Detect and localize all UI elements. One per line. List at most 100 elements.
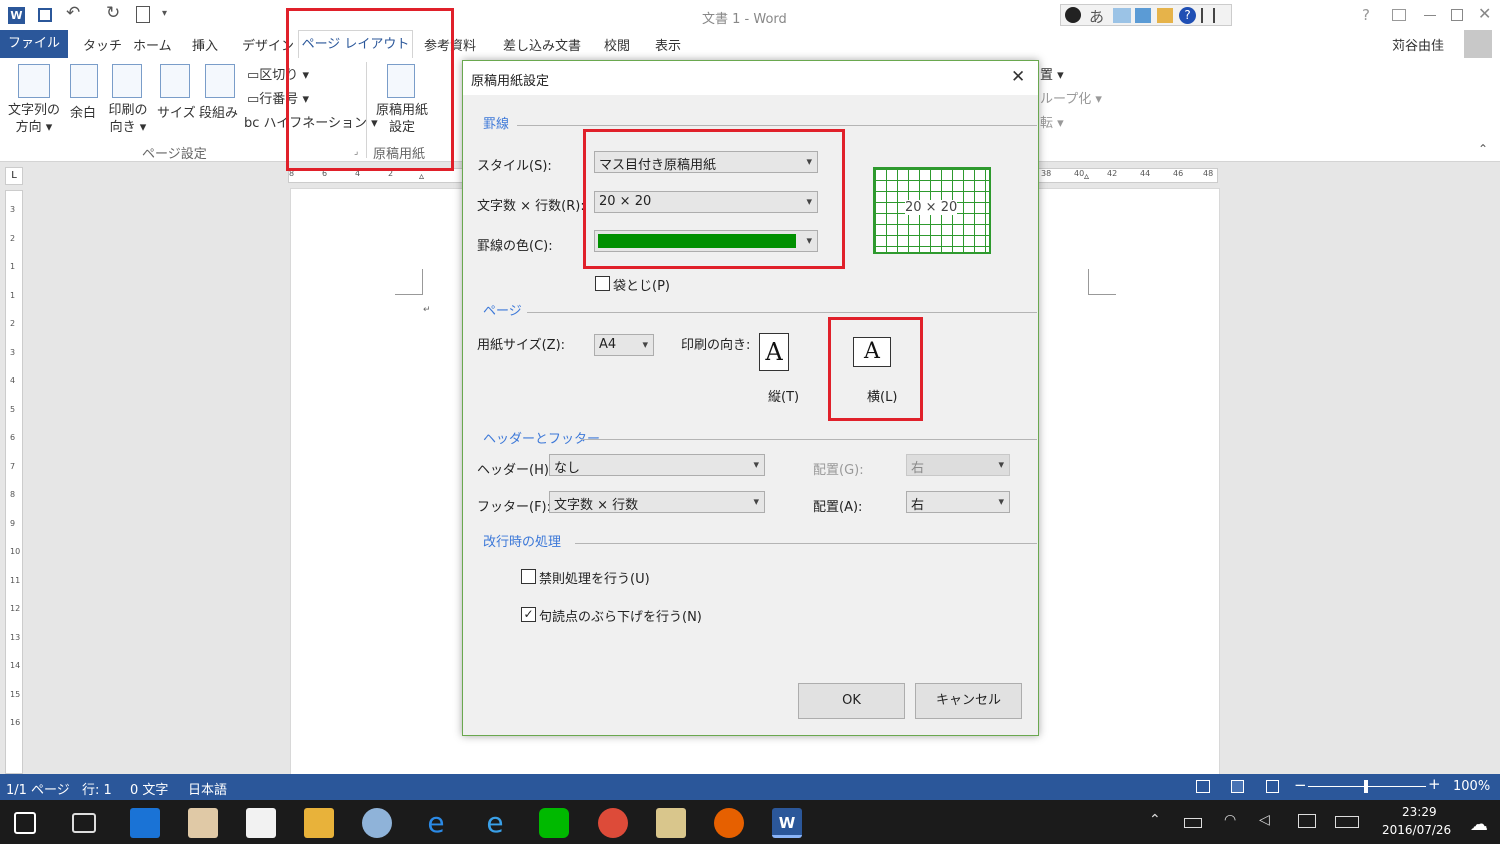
mail-app-icon[interactable] [656, 808, 686, 838]
right-indent-marker[interactable]: ▵ [1084, 171, 1089, 182]
chevron-down-icon: ▾ [753, 495, 759, 508]
tab-mailings[interactable]: 差し込み文書 [503, 35, 581, 54]
action-center-icon[interactable] [1298, 814, 1316, 828]
pinned-app-icon[interactable] [188, 808, 218, 838]
dialog-close-icon[interactable]: ✕ [1011, 67, 1025, 87]
close-icon[interactable]: ✕ [1478, 4, 1491, 23]
ribbon-position-button[interactable]: 置 ▾ [1040, 64, 1064, 83]
orientation-button[interactable]: 印刷の 向き ▾ [106, 102, 150, 136]
tab-file[interactable]: ファイル [0, 30, 68, 58]
group-label-page-setup: ページ設定 [142, 147, 207, 162]
windows-taskbar [0, 800, 1500, 844]
keyboard-icon[interactable] [1335, 816, 1359, 828]
burasage-label[interactable]: 句読点のぶら下げを行う(N) [539, 606, 702, 625]
paint-icon[interactable] [362, 808, 392, 838]
word-app-icon[interactable]: W [8, 7, 25, 24]
web-layout-icon[interactable] [1266, 780, 1279, 793]
preview-text: 20 × 20 [905, 200, 958, 215]
help-question-icon[interactable]: ? [1362, 6, 1370, 24]
fold-label[interactable]: 袋とじ(P) [613, 275, 670, 294]
ok-button[interactable]: OK [798, 683, 905, 719]
restore-icon[interactable] [1451, 9, 1463, 21]
footer-align-select[interactable]: 右 ▾ [906, 491, 1010, 513]
internet-explorer-icon[interactable]: e [480, 808, 510, 838]
ime-dict-icon[interactable] [1135, 8, 1151, 23]
collapse-ribbon-icon[interactable]: ⌃ [1478, 142, 1488, 156]
fold-checkbox[interactable] [595, 276, 610, 291]
columns-button[interactable]: 段組み [199, 102, 238, 121]
kinsoku-checkbox[interactable] [521, 569, 536, 584]
ime-mode-icon[interactable] [1065, 7, 1081, 23]
file-explorer-icon[interactable] [304, 808, 334, 838]
avatar[interactable] [1464, 30, 1492, 58]
status-page[interactable]: 1/1 ページ [6, 779, 70, 798]
edge-icon[interactable]: e [421, 808, 451, 838]
zoom-slider-thumb[interactable] [1364, 780, 1368, 793]
wifi-icon[interactable]: ◠ [1224, 812, 1236, 828]
clock-date[interactable]: 2016/07/26 [1382, 823, 1451, 837]
onedrive-icon[interactable]: ☁ [1470, 814, 1488, 835]
read-mode-icon[interactable] [1196, 780, 1210, 793]
chrome-icon[interactable] [598, 808, 628, 838]
vertical-ruler[interactable]: 3 2 1 1 2 3 4 5 6 7 8 9 10 11 12 13 14 15 16 [5, 190, 23, 774]
undo-icon[interactable]: ↶ [66, 3, 80, 23]
chevron-down-icon: ▾ [998, 495, 1004, 508]
portrait-button[interactable]: A [759, 333, 789, 371]
ribbon-group-button[interactable]: ループ化 ▾ [1040, 88, 1102, 107]
burasage-checkbox[interactable]: ✓ [521, 607, 536, 622]
zoom-in-icon[interactable]: + [1428, 775, 1441, 793]
photos-app-icon[interactable] [130, 808, 160, 838]
footer-select[interactable]: 文字数 × 行数 ▾ [549, 491, 765, 513]
word-taskbar-icon[interactable]: W [772, 808, 802, 838]
text-direction-button[interactable]: 文字列の 方向 ▾ [4, 102, 64, 136]
status-line[interactable]: 行: 1 [82, 779, 112, 798]
portrait-label[interactable]: 縦(T) [768, 386, 799, 405]
tab-view[interactable]: 表示 [655, 35, 681, 54]
help-icon[interactable]: ? [1179, 7, 1196, 24]
print-preview-icon[interactable] [136, 6, 150, 23]
tab-touch[interactable]: タッチ [83, 35, 122, 54]
ime-pad-icon[interactable] [1113, 8, 1131, 23]
redo-icon[interactable]: ↻ [106, 3, 120, 23]
chevron-down-icon: ▾ [753, 458, 759, 471]
user-name[interactable]: 苅谷由佳 [1392, 35, 1444, 54]
clock-time[interactable]: 23:29 [1402, 805, 1437, 819]
firefox-icon[interactable] [714, 808, 744, 838]
hiragana-icon[interactable]: あ [1089, 6, 1104, 27]
line-app-icon[interactable] [539, 808, 569, 838]
cancel-button[interactable]: キャンセル [915, 683, 1022, 719]
task-view-icon[interactable] [72, 813, 96, 833]
status-language[interactable]: 日本語 [188, 779, 227, 798]
status-word-count[interactable]: 0 文字 [130, 779, 168, 798]
ime-toolbar[interactable]: あ ? [1060, 4, 1232, 26]
store-icon[interactable] [246, 808, 276, 838]
volume-icon[interactable]: ◁ [1259, 812, 1270, 828]
paper-size-select[interactable]: A4 ▾ [594, 334, 654, 356]
size-button[interactable]: サイズ [157, 102, 196, 121]
battery-icon[interactable] [1184, 818, 1202, 828]
tab-selector[interactable]: L [5, 167, 23, 185]
genkou-preview: 20 × 20 [873, 167, 991, 254]
kinsoku-label[interactable]: 禁則処理を行う(U) [539, 568, 650, 587]
tab-insert[interactable]: 挿入 [192, 35, 218, 54]
show-hidden-icons-icon[interactable]: ⌃ [1149, 812, 1161, 828]
ribbon-rotate-button[interactable]: 転 ▾ [1040, 112, 1064, 131]
header-select[interactable]: なし ▾ [549, 454, 765, 476]
zoom-out-icon[interactable]: − [1294, 776, 1307, 794]
print-layout-icon[interactable] [1231, 780, 1244, 793]
zoom-level[interactable]: 100% [1453, 779, 1490, 794]
save-icon[interactable] [38, 8, 52, 22]
ime-tools-icon[interactable] [1157, 8, 1173, 23]
header-align-select[interactable]: 右 ▾ [906, 454, 1010, 476]
section-divider [517, 125, 1037, 126]
customize-qat-icon[interactable]: ▾ [162, 8, 167, 19]
minimize-icon[interactable] [1424, 15, 1436, 16]
start-icon[interactable] [14, 812, 36, 834]
tab-home[interactable]: ホーム [133, 35, 172, 54]
tab-review[interactable]: 校閲 [604, 35, 630, 54]
ribbon-tabs: ファイル タッチ ホーム 挿入 デザイン ページ レイアウト 参考資料 差し込み… [0, 30, 1500, 59]
indent-marker[interactable]: ▵ [419, 171, 424, 182]
margins-button[interactable]: 余白 [70, 102, 96, 121]
ruler-tick: 44 [1140, 169, 1151, 178]
ribbon-display-icon[interactable] [1392, 9, 1406, 21]
